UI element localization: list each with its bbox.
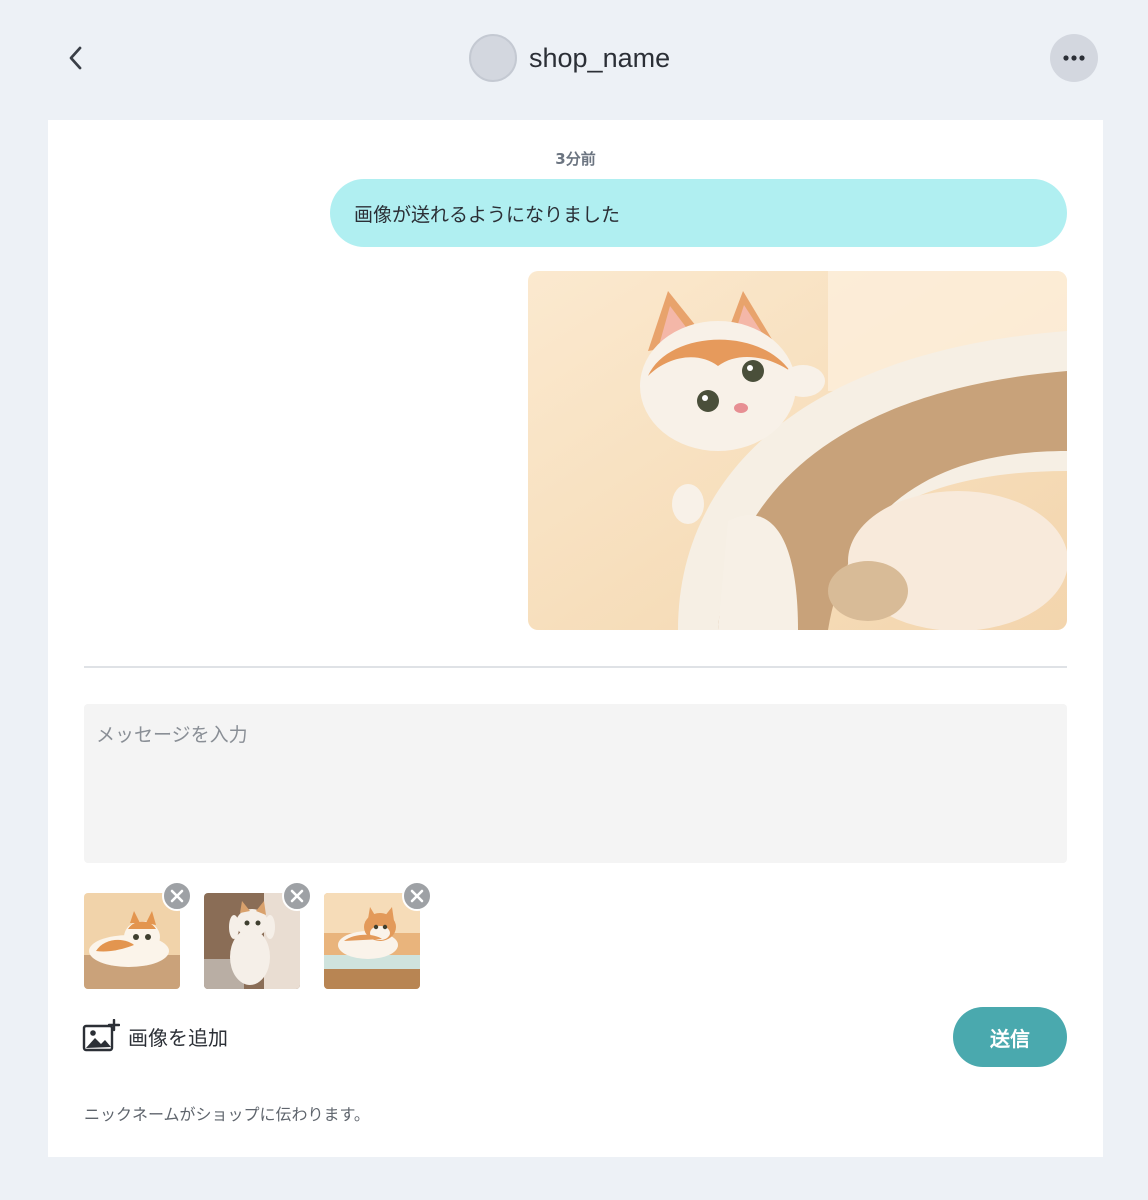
message-timestamp: 3分前 [555, 150, 596, 168]
cat-on-table-thumbnail [324, 893, 420, 989]
cat-photo-illustration [528, 271, 1067, 630]
shop-avatar [469, 34, 517, 82]
close-icon [290, 889, 304, 903]
remove-attachment-button[interactable] [402, 881, 432, 911]
send-button[interactable]: 送信 [953, 1007, 1067, 1067]
add-image-icon [82, 1019, 120, 1052]
message-input[interactable] [84, 704, 1067, 863]
divider [84, 666, 1067, 668]
nickname-notice: ニックネームがショップに伝わります。 [84, 1105, 370, 1124]
close-icon [410, 889, 424, 903]
close-icon [170, 889, 184, 903]
chevron-left-icon [69, 46, 82, 70]
shop-identity: shop_name [469, 34, 670, 82]
chat-panel: 3分前 画像が送れるようになりました メッセージを入力 画像を追加 送信 ニック… [48, 120, 1103, 1157]
sent-image[interactable] [528, 271, 1067, 630]
remove-attachment-button[interactable] [282, 881, 312, 911]
sent-message-bubble: 画像が送れるようになりました [330, 179, 1067, 247]
add-image-button[interactable]: 画像を追加 [82, 1018, 228, 1054]
more-options-button[interactable] [1050, 34, 1098, 82]
attachment-thumbnail[interactable] [84, 881, 192, 989]
remove-attachment-button[interactable] [162, 881, 192, 911]
cat-reaching-thumbnail [204, 893, 300, 989]
attachment-thumbnail[interactable] [324, 881, 432, 989]
cat-lying-thumbnail [84, 893, 180, 989]
shop-name: shop_name [529, 42, 671, 73]
ellipsis-icon [1063, 55, 1085, 61]
add-image-label: 画像を追加 [128, 1025, 228, 1050]
chat-header: shop_name [0, 0, 1148, 120]
attachment-thumbnail[interactable] [204, 881, 312, 989]
back-button[interactable] [56, 38, 96, 78]
